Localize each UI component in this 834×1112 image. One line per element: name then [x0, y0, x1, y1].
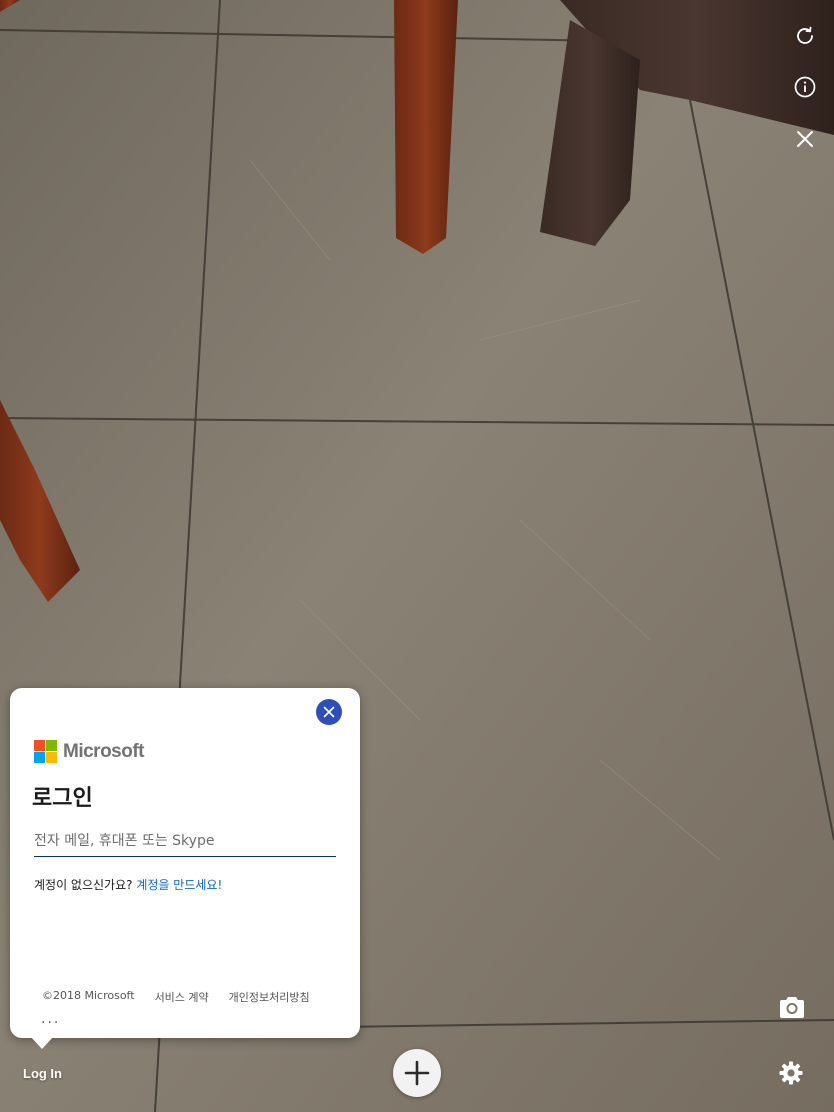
camera-button[interactable] — [778, 995, 806, 1021]
close-button[interactable] — [792, 126, 818, 152]
no-account-text: 계정이 없으신가요? 계정을 만드세요! — [34, 876, 222, 893]
no-account-label: 계정이 없으신가요? — [34, 878, 133, 892]
privacy-link[interactable]: 개인정보처리방침 — [229, 989, 310, 1005]
info-button[interactable] — [792, 74, 818, 100]
signin-close-button[interactable] — [316, 699, 342, 725]
close-icon — [797, 131, 813, 147]
gear-icon — [779, 1061, 803, 1085]
microsoft-logo-icon — [34, 740, 57, 763]
plus-icon — [404, 1060, 430, 1086]
close-icon — [323, 706, 335, 718]
add-button[interactable] — [393, 1049, 441, 1097]
login-button[interactable]: Log In — [23, 1066, 62, 1081]
terms-link[interactable]: 서비스 계약 — [155, 989, 209, 1005]
microsoft-brand: Microsoft — [34, 740, 145, 763]
card-pointer — [30, 1036, 54, 1049]
refresh-button[interactable] — [792, 23, 818, 49]
signin-footer: ©2018 Microsoft 서비스 계약 개인정보처리방침 — [42, 989, 310, 1005]
signin-title: 로그인 — [32, 786, 93, 811]
email-field[interactable] — [34, 826, 336, 857]
settings-button[interactable] — [778, 1060, 806, 1088]
create-account-link[interactable]: 계정을 만드세요! — [136, 878, 222, 892]
refresh-icon — [797, 26, 813, 44]
signin-card: Microsoft 로그인 계정이 없으신가요? 계정을 만드세요! ©2018… — [10, 688, 360, 1038]
copyright-text: ©2018 Microsoft — [42, 989, 135, 1002]
brand-name: Microsoft — [63, 740, 145, 762]
info-icon — [794, 76, 816, 98]
camera-icon — [780, 997, 804, 1018]
more-options-button[interactable]: ... — [41, 1011, 60, 1027]
